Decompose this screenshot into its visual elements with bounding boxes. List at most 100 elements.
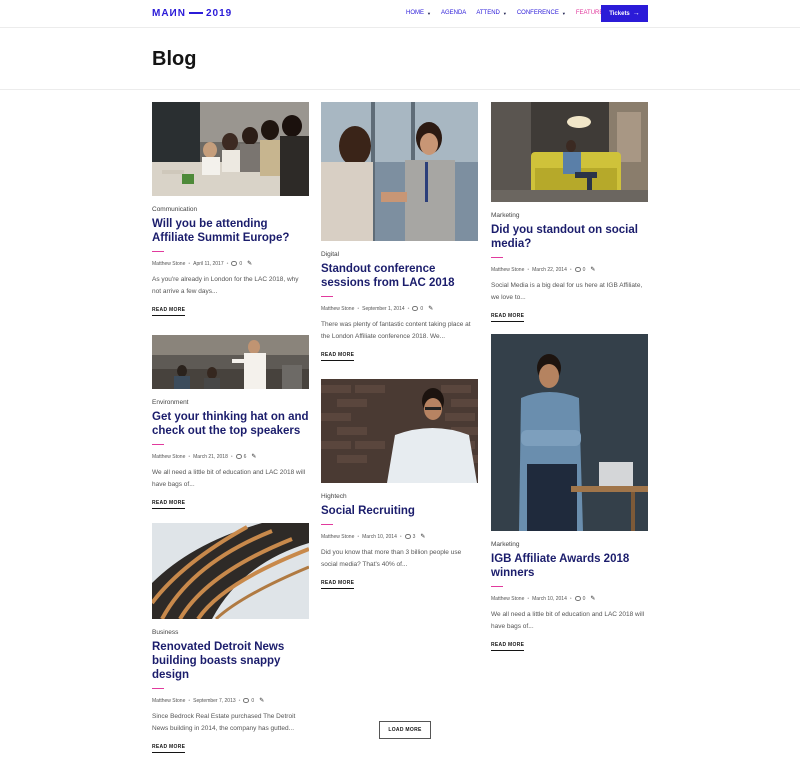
blog-card: Business Renovated Detroit News building… [152, 523, 309, 753]
post-category[interactable]: Digital [321, 251, 478, 258]
pencil-icon[interactable]: ✎ [590, 266, 595, 273]
blog-column-1: Communication Will you be attending Affi… [152, 102, 309, 753]
post-meta: Matthew Stone • March 10, 2014 • 0 ✎ [491, 595, 596, 603]
main-nav: HOME ▼ AGENDA ATTEND ▼ CONFERENCE ▼ FEATURE… [406, 10, 624, 16]
arrow-right-icon: → [632, 10, 640, 17]
post-category[interactable]: Marketing [491, 212, 648, 219]
accent-divider [491, 257, 503, 258]
blog-card: Hightech Social Recruiting Matthew Stone… [321, 379, 478, 589]
blog-card: Communication Will you be attending Affi… [152, 102, 309, 316]
post-category[interactable]: Business [152, 629, 309, 636]
post-image-man-desk[interactable] [491, 334, 648, 531]
comment-icon [235, 454, 242, 459]
comment-count[interactable]: 0 [420, 306, 423, 312]
post-date[interactable]: September 7, 2013 [193, 698, 236, 704]
post-excerpt: As you're already in London for the LAC … [152, 276, 299, 295]
nav-agenda[interactable]: AGENDA [441, 10, 466, 16]
post-author[interactable]: Matthew Stone [152, 698, 185, 704]
post-date[interactable]: April 11, 2017 [193, 261, 223, 267]
pencil-icon[interactable]: ✎ [259, 697, 264, 704]
post-meta: Matthew Stone • March 10, 2014 • 3 ✎ [321, 533, 426, 541]
load-more-button[interactable]: LOAD MORE [379, 721, 431, 739]
post-date[interactable]: March 22, 2014 [532, 267, 567, 273]
post-category[interactable]: Communication [152, 206, 309, 213]
nav-attend[interactable]: ATTEND ▼ [476, 10, 507, 16]
tickets-button[interactable]: Tickets → [601, 5, 648, 22]
comment-count[interactable]: 0 [583, 596, 586, 602]
blog-card: Digital Standout conference sessions fro… [321, 102, 478, 361]
read-more-link[interactable]: READ MORE [321, 580, 355, 589]
comment-count[interactable]: 6 [244, 454, 247, 460]
accent-divider [321, 296, 333, 297]
post-author[interactable]: Matthew Stone [491, 267, 524, 273]
pencil-icon[interactable]: ✎ [251, 453, 256, 460]
read-more-link[interactable]: READ MORE [491, 642, 525, 651]
post-date[interactable]: September 1, 2014 [362, 306, 405, 312]
post-category[interactable]: Environment [152, 399, 309, 406]
comment-count[interactable]: 0 [583, 267, 586, 273]
post-title[interactable]: Standout conference sessions from LAC 20… [321, 262, 478, 290]
post-author[interactable]: Matthew Stone [152, 454, 185, 460]
chevron-down-icon: ▼ [427, 10, 431, 16]
pencil-icon[interactable]: ✎ [590, 595, 595, 602]
post-meta: Matthew Stone • September 1, 2014 • 0 ✎ [321, 305, 434, 313]
post-image-conversation[interactable] [321, 102, 478, 241]
post-image-speaker[interactable] [152, 335, 309, 389]
comment-icon [574, 267, 581, 272]
comment-icon [243, 698, 250, 703]
pencil-icon[interactable]: ✎ [247, 260, 252, 267]
site-header: MAИN 2019 HOME ▼ AGENDA ATTEND ▼ CONFERENCE… [0, 0, 800, 28]
read-more-link[interactable]: READ MORE [152, 500, 186, 509]
blog-card: Marketing IGB Affiliate Awards 2018 winn… [491, 334, 648, 651]
read-more-link[interactable]: READ MORE [152, 744, 186, 753]
read-more-link[interactable]: READ MORE [152, 307, 186, 316]
post-category[interactable]: Marketing [491, 541, 648, 548]
post-date[interactable]: March 21, 2018 [193, 454, 228, 460]
pencil-icon[interactable]: ✎ [420, 533, 425, 540]
post-meta: Matthew Stone • March 21, 2018 • 6 ✎ [152, 453, 257, 461]
post-excerpt: Did you know that more than 3 billion pe… [321, 549, 462, 568]
nav-conference[interactable]: CONFERENCE ▼ [517, 10, 566, 16]
post-author[interactable]: Matthew Stone [321, 306, 354, 312]
read-more-link[interactable]: READ MORE [491, 313, 525, 322]
post-meta: Matthew Stone • March 22, 2014 • 0 ✎ [491, 266, 596, 274]
read-more-link[interactable]: READ MORE [321, 352, 355, 361]
blog-card: Marketing Did you standout on social med… [491, 102, 648, 322]
post-author[interactable]: Matthew Stone [491, 596, 524, 602]
logo-text: MAИN [152, 8, 186, 19]
blog-column-2: Digital Standout conference sessions fro… [321, 102, 478, 589]
comment-count[interactable]: 0 [239, 261, 242, 267]
post-image-yellow-sofa[interactable] [491, 102, 648, 202]
post-title[interactable]: Did you standout on social media? [491, 223, 648, 251]
post-title[interactable]: IGB Affiliate Awards 2018 winners [491, 552, 648, 580]
blog-column-3: Marketing Did you standout on social med… [491, 102, 648, 651]
logo-dash [188, 12, 203, 15]
nav-home[interactable]: HOME ▼ [406, 10, 431, 16]
chevron-down-icon: ▼ [561, 10, 566, 16]
post-date[interactable]: March 10, 2014 [362, 534, 397, 540]
comment-icon [231, 261, 238, 266]
accent-divider [152, 444, 164, 445]
pencil-icon[interactable]: ✎ [428, 305, 433, 312]
post-meta: Matthew Stone • September 7, 2013 • 0 ✎ [152, 697, 265, 705]
post-title[interactable]: Renovated Detroit News building boasts s… [152, 640, 309, 682]
site-logo[interactable]: MAИN 2019 [152, 8, 232, 19]
post-author[interactable]: Matthew Stone [152, 261, 185, 267]
post-title[interactable]: Will you be attending Affiliate Summit E… [152, 217, 309, 245]
comment-icon [412, 306, 419, 311]
comment-count[interactable]: 0 [251, 698, 254, 704]
post-excerpt: We all need a little bit of education an… [491, 611, 645, 630]
comment-icon [404, 534, 411, 539]
chevron-down-icon: ▼ [502, 10, 507, 16]
post-author[interactable]: Matthew Stone [321, 534, 354, 540]
post-excerpt: Social Media is a big deal for us here a… [491, 282, 643, 301]
comment-count[interactable]: 3 [413, 534, 416, 540]
post-title[interactable]: Get your thinking hat on and check out t… [152, 410, 309, 438]
post-category[interactable]: Hightech [321, 493, 478, 500]
post-image-building[interactable] [152, 523, 309, 619]
post-date[interactable]: March 10, 2014 [532, 596, 567, 602]
post-image-meeting[interactable] [152, 102, 309, 196]
post-excerpt: There was plenty of fantastic content ta… [321, 321, 471, 340]
post-title[interactable]: Social Recruiting [321, 504, 478, 518]
post-image-man-brick-wall[interactable] [321, 379, 478, 483]
